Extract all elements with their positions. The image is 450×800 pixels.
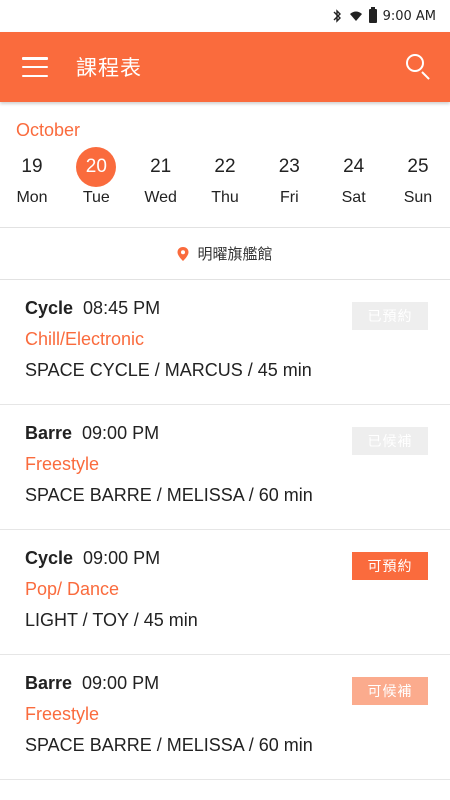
day-item[interactable]: 22 Thu	[193, 147, 257, 207]
class-list-item[interactable]: Barre 09:00 PM Freestyle SPACE BARRE / M…	[0, 405, 450, 530]
day-name: Tue	[82, 189, 110, 206]
day-selector: 19 Mon 20 Tue 21 Wed 22 Thu 23 Fri 24 Sa…	[0, 141, 450, 207]
menu-icon[interactable]	[22, 57, 48, 77]
day-name: Wed	[144, 189, 177, 206]
day-item[interactable]: 25 Sun	[386, 147, 450, 207]
month-label: October	[16, 120, 81, 140]
day-name: Sat	[341, 189, 366, 206]
day-name: Fri	[279, 189, 299, 206]
location-pin-icon	[177, 246, 189, 261]
class-type: Barre	[25, 673, 73, 693]
class-time: 09:00 PM	[82, 423, 160, 443]
class-detail: SPACE BARRE / MELISSA / 60 min	[25, 735, 313, 755]
day-number: 22	[214, 156, 236, 177]
class-type: Cycle	[25, 548, 74, 568]
day-item[interactable]: 24 Sat	[322, 147, 386, 207]
location-selector[interactable]: 明曜旗艦館	[0, 228, 450, 280]
class-genre: Freestyle	[25, 704, 100, 724]
status-badge[interactable]: 已預約	[352, 302, 428, 330]
day-number: 19	[21, 156, 43, 177]
class-list-item[interactable]: Cycle 09:00 PM Pop/ Dance LIGHT / TOY / …	[0, 530, 450, 655]
class-genre: Chill/Electronic	[25, 329, 145, 349]
class-time: 08:45 PM	[83, 298, 161, 318]
day-item[interactable]: 21 Wed	[129, 147, 193, 207]
day-number: 23	[278, 156, 300, 177]
class-time: 09:00 PM	[83, 548, 161, 568]
class-type: Barre	[25, 423, 73, 443]
book-button[interactable]: 可預約	[352, 552, 428, 580]
day-number: 20	[76, 147, 117, 187]
status-time: 9:00 AM	[382, 8, 436, 24]
day-number: 21	[150, 156, 172, 177]
battery-icon	[368, 7, 377, 23]
class-detail: SPACE CYCLE / MARCUS / 45 min	[25, 360, 312, 380]
status-badge[interactable]: 已候補	[352, 427, 428, 455]
class-detail: LIGHT / TOY / 45 min	[25, 610, 198, 630]
page-title: 課程表	[76, 56, 142, 80]
day-name: Sun	[403, 189, 433, 206]
bluetooth-icon	[333, 9, 341, 23]
day-item[interactable]: 19 Mon	[0, 147, 64, 207]
class-detail: SPACE BARRE / MELISSA / 60 min	[25, 485, 313, 505]
waitlist-button[interactable]: 可候補	[352, 677, 428, 705]
app-bar: 課程表	[0, 32, 450, 102]
class-list-item[interactable]: Barre 09:00 PM Freestyle SPACE BARRE / M…	[0, 655, 450, 780]
search-icon[interactable]	[404, 52, 434, 82]
status-bar: 9:00 AM	[0, 0, 450, 32]
day-item[interactable]: 23 Fri	[257, 147, 321, 207]
day-name: Thu	[211, 189, 239, 206]
day-item[interactable]: 20 Tue	[64, 147, 128, 207]
day-name: Mon	[16, 189, 48, 206]
class-genre: Freestyle	[25, 454, 100, 474]
class-type: Cycle	[25, 298, 74, 318]
date-strip: October 19 Mon 20 Tue 21 Wed 22 Thu 23 F…	[0, 102, 450, 228]
day-number: 25	[407, 156, 429, 177]
class-time: 09:00 PM	[82, 673, 160, 693]
class-list: Cycle 08:45 PM Chill/Electronic SPACE CY…	[0, 280, 450, 800]
class-list-item[interactable]	[0, 780, 450, 800]
wifi-icon	[349, 11, 362, 21]
day-number: 24	[343, 156, 365, 177]
class-list-item[interactable]: Cycle 08:45 PM Chill/Electronic SPACE CY…	[0, 280, 450, 405]
location-name: 明曜旗艦館	[197, 245, 273, 263]
class-genre: Pop/ Dance	[25, 579, 120, 599]
